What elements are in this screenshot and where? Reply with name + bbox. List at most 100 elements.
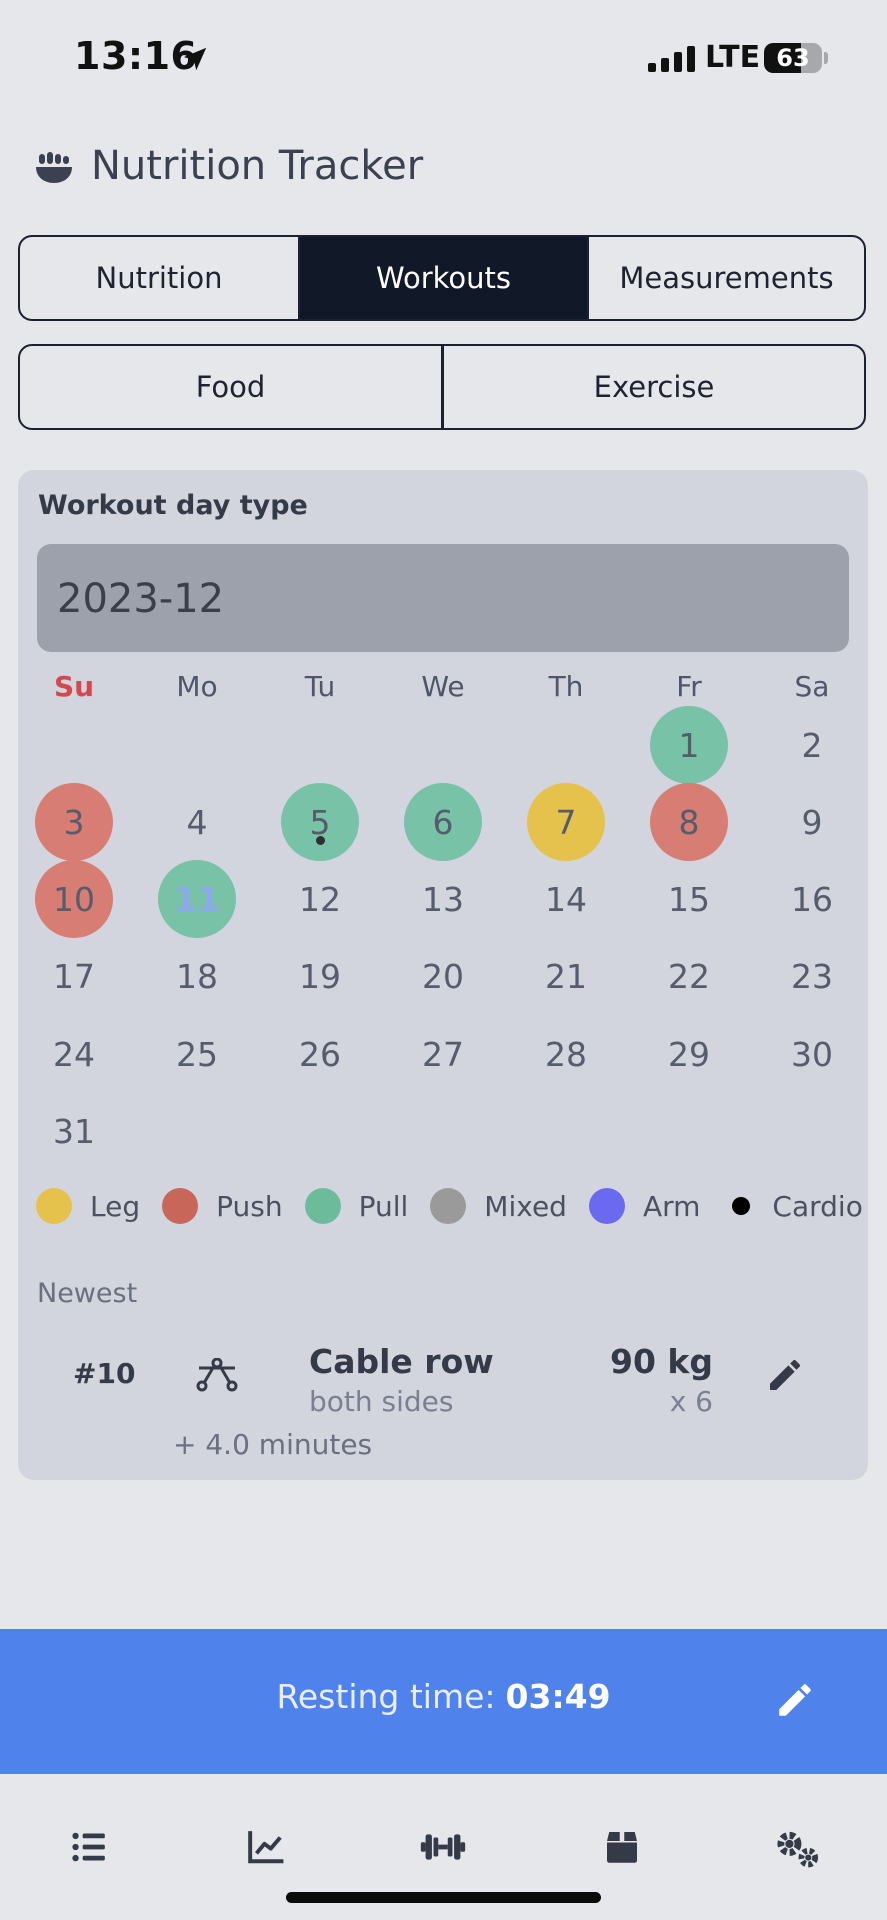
calendar-day-number: 4 [186,802,208,842]
weekday-su: Su [53,670,95,703]
entry-number: #10 [73,1357,136,1390]
entry-exercise-name: Cable row [309,1342,494,1381]
bowl-food-icon [36,152,72,183]
calendar-day[interactable]: 3 [35,783,113,861]
calendar-day[interactable]: 14 [527,860,605,938]
calendar-day-number: 6 [432,802,454,842]
calendar-day[interactable]: 31 [35,1092,113,1170]
edit-rest-time-icon[interactable] [774,1679,816,1721]
battery-tip [824,52,828,64]
calendar-day-number: 18 [176,956,218,996]
newest-label: Newest [37,1278,138,1309]
calendar-day-number: 16 [791,879,833,919]
calendar-day-number: 10 [53,879,95,919]
calendar-day[interactable]: 28 [527,1015,605,1093]
legend-label-cardio: Cardio [772,1189,863,1223]
calendar-day[interactable]: 9 [773,783,851,861]
calendar-day[interactable]: 19 [281,937,359,1015]
month-label: 2023-12 [57,576,225,622]
calendar-day[interactable]: 1 [650,706,728,784]
tab-workouts[interactable]: Workouts [300,237,587,319]
tab-food[interactable]: Food [20,346,444,428]
calendar-day-number: 22 [668,956,710,996]
legend-label-mixed: Mixed [484,1189,567,1223]
calendar-day-number: 12 [299,879,341,919]
calendar-day-number: 25 [176,1034,218,1074]
calendar-day[interactable]: 8 [650,783,728,861]
gears-icon[interactable] [774,1828,822,1870]
location-arrow-icon [183,47,207,71]
calendar-day-number: 8 [678,802,700,842]
calendar-day[interactable]: 17 [35,937,113,1015]
calendar-day-number: 1 [678,725,700,765]
calendar-day[interactable]: 5 [281,783,359,861]
calendar-day[interactable]: 13 [404,860,482,938]
battery-percent: 63 [776,44,810,72]
legend-label-push: Push [216,1189,283,1223]
list-icon[interactable] [70,1828,108,1866]
dumbbell-icon[interactable] [420,1828,466,1866]
calendar-day[interactable]: 25 [158,1015,236,1093]
tab-nutrition[interactable]: Nutrition [20,237,300,319]
resting-time-bar: Resting time: 03:49 [0,1629,887,1774]
signal-icon [648,46,695,72]
tab-measurements[interactable]: Measurements [587,237,864,319]
calendar-day[interactable]: 6 [404,783,482,861]
calendar-day-number: 21 [545,956,587,996]
calendar-day[interactable]: 29 [650,1015,728,1093]
entry-extra-time: + 4.0 minutes [173,1428,373,1461]
calendar-day[interactable]: 2 [773,706,851,784]
calendar-day-number: 3 [63,802,85,842]
month-selector[interactable]: 2023-12 [37,544,849,652]
weekday-tu: Tu [304,670,336,703]
edit-pencil-icon[interactable] [765,1355,805,1395]
status-time: 13:16 [74,34,198,78]
sub-tabs: Food Exercise [18,344,866,430]
calendar-day[interactable]: 22 [650,937,728,1015]
calendar-day-number: 23 [791,956,833,996]
calendar-day[interactable]: 15 [650,860,728,938]
legend-label-leg: Leg [90,1189,141,1223]
entry-exercise-detail: both sides [309,1385,454,1418]
entry-reps: x 6 [669,1385,713,1418]
cable-row-icon [196,1358,238,1392]
cardio-dot [316,836,325,845]
calendar-day[interactable]: 12 [281,860,359,938]
weekday-mo: Mo [176,670,218,703]
battery-icon: 63 [764,43,822,73]
calendar-day[interactable]: 10 [35,860,113,938]
calendar-day-number: 7 [555,802,577,842]
calendar-day[interactable]: 30 [773,1015,851,1093]
legend-swatch-arm [588,1188,625,1224]
calendar-day[interactable]: 18 [158,937,236,1015]
legend-swatch-mixed [430,1188,467,1224]
weekday-th: Th [548,670,584,703]
calendar-day[interactable]: 21 [527,937,605,1015]
workout-day-type-card: Workout day type 2023-12 Su Mo Tu We Th Fr Sa … [18,470,868,1480]
chart-line-icon[interactable] [246,1828,286,1866]
calendar-day-number: 15 [668,879,710,919]
legend-swatch-leg [36,1188,72,1224]
calendar-day[interactable]: 16 [773,860,851,938]
calendar-day[interactable]: 26 [281,1015,359,1093]
weekday-we: We [421,670,465,703]
archive-box-icon[interactable] [604,1828,640,1866]
tab-exercise[interactable]: Exercise [444,346,864,428]
calendar-day[interactable]: 11 [158,860,236,938]
home-indicator [286,1892,601,1903]
calendar-day[interactable]: 23 [773,937,851,1015]
calendar-day[interactable]: 7 [527,783,605,861]
calendar-day-number: 27 [422,1034,464,1074]
calendar-day-number: 19 [299,956,341,996]
calendar-day-number: 11 [174,879,220,919]
calendar-day-number: 30 [791,1034,833,1074]
legend-label-pull: Pull [358,1189,409,1223]
calendar-day[interactable]: 20 [404,937,482,1015]
network-label: LTE [705,40,761,75]
resting-time: Resting time: 03:49 [0,1677,887,1716]
calendar-day[interactable]: 4 [158,783,236,861]
calendar-day[interactable]: 27 [404,1015,482,1093]
app-title: Nutrition Tracker [91,143,424,189]
calendar-day[interactable]: 24 [35,1015,113,1093]
weekday-sa: Sa [794,670,830,703]
